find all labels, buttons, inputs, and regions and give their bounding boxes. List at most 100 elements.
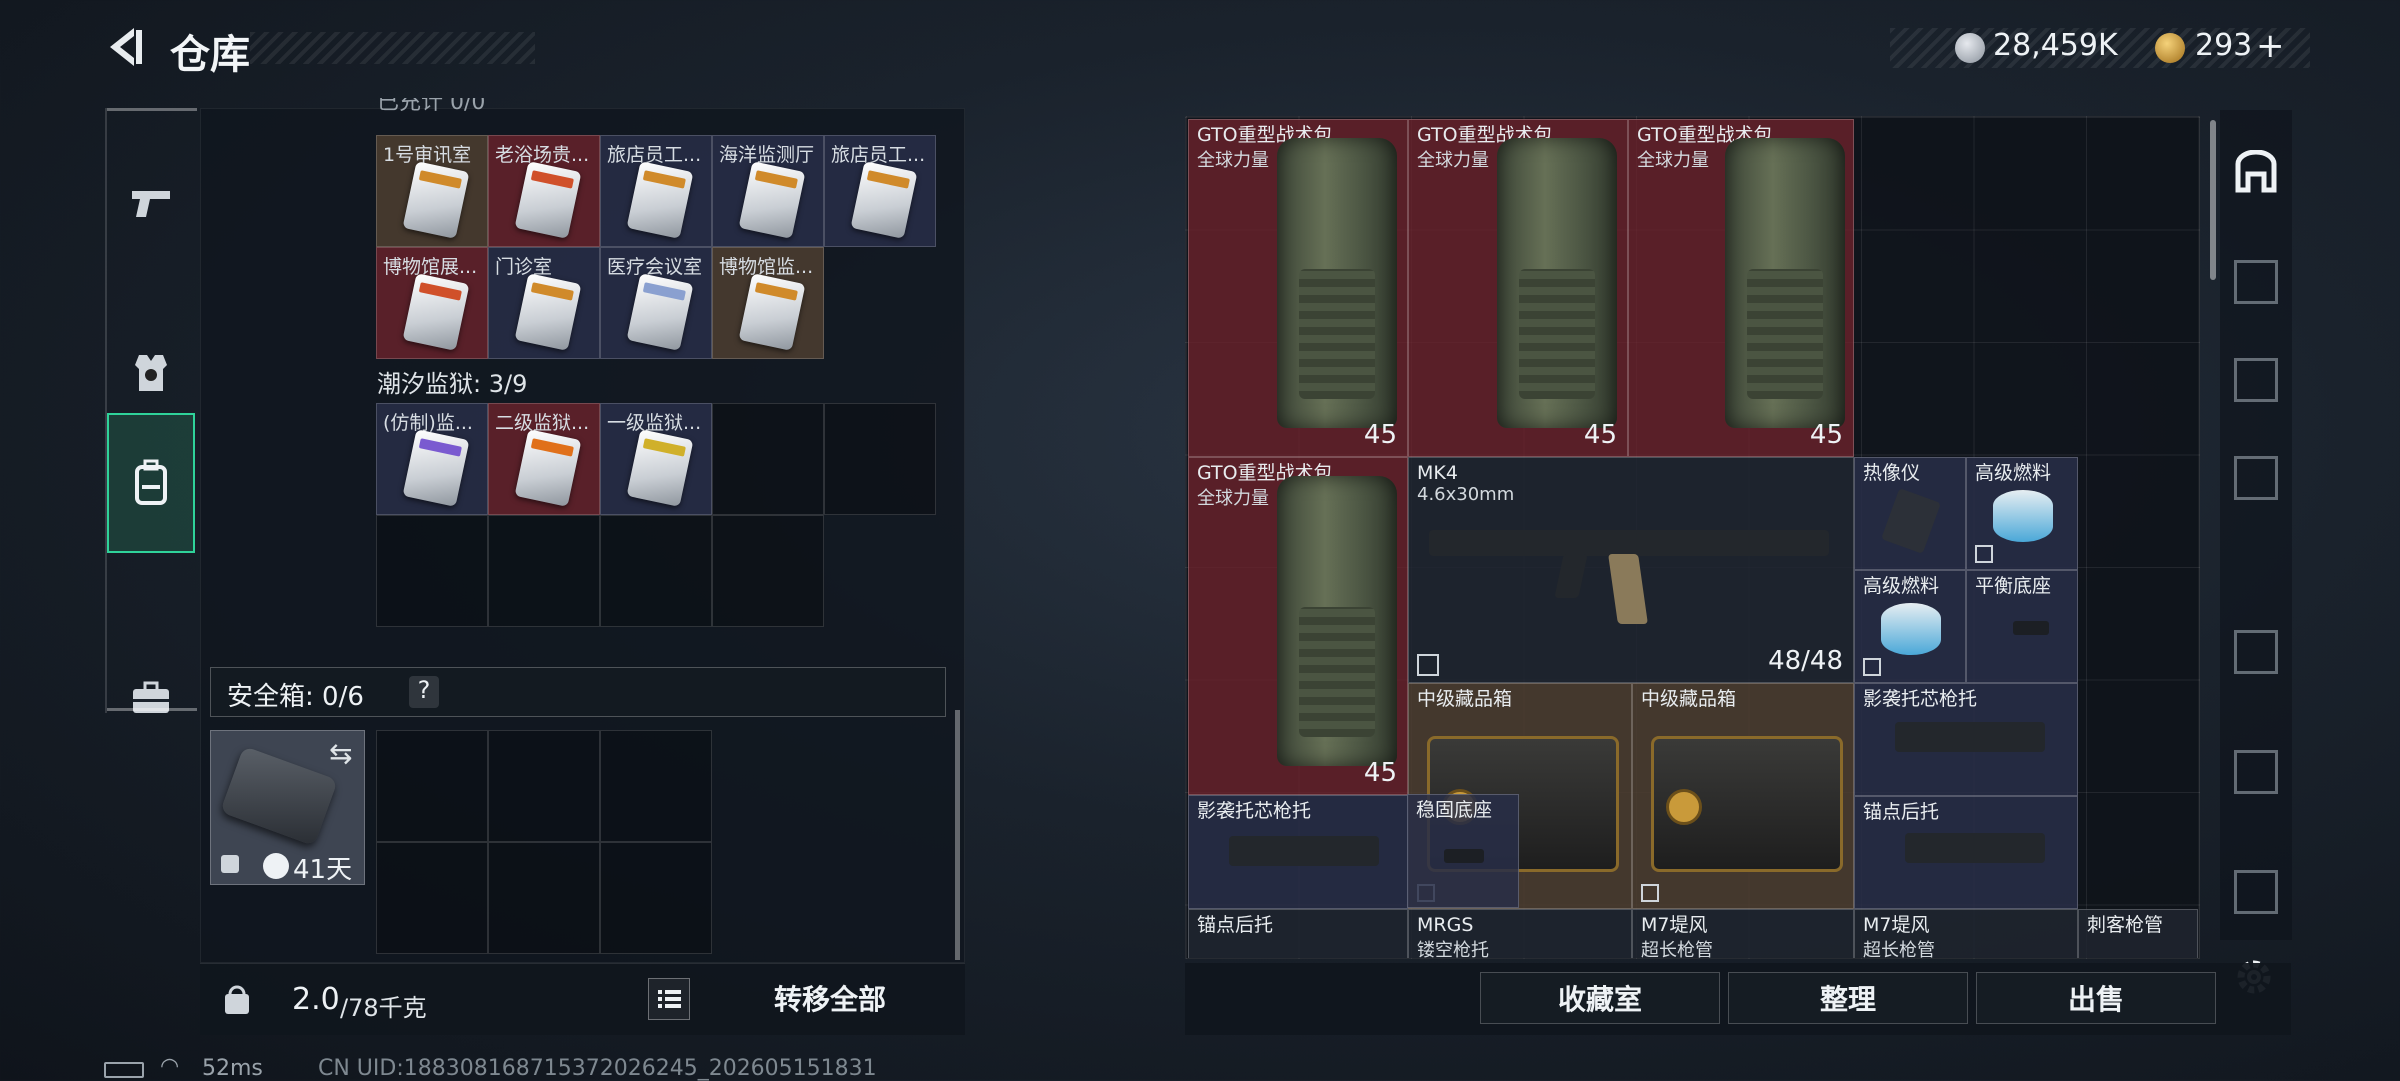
right-tab-rail [2220,110,2292,940]
stash-item-anchor-stock[interactable]: 锚点后托 [1188,909,1408,958]
tab-slot-4[interactable] [2234,630,2278,674]
stash-item-assassin-barrel[interactable]: 刺客枪管 [2078,909,2198,958]
sort-button[interactable]: 整理 [1728,972,1968,1024]
keycard-item[interactable]: 旅店员工... [600,135,712,247]
empty-slot[interactable] [600,515,712,627]
item-ammo: 48/48 [1768,646,1843,676]
keycard-name: 旅店员工... [831,144,926,166]
panel-scrollbar[interactable] [955,710,960,960]
keycard-name: 1号审讯室 [383,144,472,166]
stash-item-fuel[interactable]: 高级燃料 [1966,457,2078,570]
keycard-item[interactable]: 博物馆展... [376,247,488,359]
battery-icon [104,1062,144,1078]
item-name: 锚点后托 [1197,914,1274,936]
item-name: 中级藏品箱 [1641,688,1737,710]
stash-item-mrgs[interactable]: MRGS 镂空枪托 [1408,909,1632,958]
safebox-item[interactable]: ⇆ 41天 [210,730,365,885]
keycard-icon [402,161,470,239]
item-name: MK4 [1417,462,1458,484]
stash-item-m7[interactable]: M7堤风 超长枪管 [1632,909,1854,958]
back-button[interactable] [100,22,150,72]
keycard-item[interactable]: 老浴场贵... [488,135,600,247]
fuel-can-image [1993,490,2053,542]
stash-item-mk4[interactable]: MK4 4.6x30mm 48/48 [1408,457,1854,683]
empty-slot[interactable] [376,730,488,842]
keycard-name: (仿制)监... [383,412,473,434]
list-icon [658,990,681,1008]
empty-slot[interactable] [488,515,600,627]
tab-weapons[interactable] [107,138,195,268]
stash-item-stock[interactable]: 锚点后托 [1854,796,2078,909]
keycard-item[interactable]: 旅店员工... [824,135,936,247]
item-name: 刺客枪管 [2087,914,2164,936]
no-sell-icon [1641,884,1659,902]
keycard-item[interactable]: 1号审讯室 [376,135,488,247]
keycard-name: 二级监狱... [495,412,590,434]
empty-slot[interactable] [376,515,488,627]
stash-item-stock[interactable]: 影袭托芯枪托 [1188,795,1408,909]
stash-item-fuel[interactable]: 高级燃料 [1854,570,1966,683]
item-name: 影袭托芯枪托 [1197,800,1312,822]
backpack-image [1277,476,1397,766]
add-gold-button[interactable]: + [2256,26,2285,66]
keycard-icon [514,429,582,507]
stash-item-backpack[interactable]: GTO重型战术包 全球力量 45 [1188,457,1408,795]
item-capacity: 45 [1363,758,1397,788]
stash-item-thermal[interactable]: 热像仪 [1854,457,1966,570]
section-title-tidal-prison: 潮汐监狱: 3/9 [377,370,528,398]
keycard-item[interactable]: 一级监狱... [600,403,712,515]
empty-slot[interactable] [600,730,712,842]
swap-icon[interactable]: ⇆ [329,737,352,770]
tab-all[interactable] [2234,149,2278,194]
stash-grid: GTO重型战术包 全球力量 45 GTO重型战术包 全球力量 45 GTO重型战… [1185,116,2200,959]
collection-room-button[interactable]: 收藏室 [1480,972,1720,1024]
tab-backpack[interactable] [107,413,195,553]
empty-slot[interactable] [376,842,488,954]
keycard-item[interactable]: 门诊室 [488,247,600,359]
stock-image [1229,836,1379,866]
rail-start [107,108,197,111]
stash-item-m7[interactable]: M7堤风 超长枪管 [1854,909,2078,958]
item-name: 高级燃料 [1863,575,1940,597]
keycard-row-1: 1号审讯室 老浴场贵... 旅店员工... 海洋监测厅 旅店员工... [376,135,940,248]
empty-slot[interactable] [488,730,600,842]
item-brand: 全球力量 [1637,150,1709,171]
stash-item-backpack[interactable]: GTO重型战术包 全球力量 45 [1408,119,1628,457]
keycard-name: 老浴场贵... [495,144,590,166]
empty-slot[interactable] [600,842,712,954]
keycard-item[interactable]: 二级监狱... [488,403,600,515]
wifi-icon: ◠ [160,1054,180,1079]
empty-slot[interactable] [488,842,600,954]
stash-item-balance-base[interactable]: 平衡底座 [1966,570,2078,683]
keycard-item[interactable]: 医疗会议室 [600,247,712,359]
empty-slot[interactable] [824,403,936,515]
stash-item-stable-base[interactable]: 稳固底座 [1407,794,1519,908]
stash-item-backpack[interactable]: GTO重型战术包 全球力量 45 [1188,119,1408,457]
gold-icon [2155,33,2185,63]
item-name: 影袭托芯枪托 [1863,688,1978,710]
tab-slot-1[interactable] [2234,260,2278,304]
stash-item-stock[interactable]: 影袭托芯枪托 [1854,683,2078,796]
stash-item-backpack[interactable]: GTO重型战术包 全球力量 45 [1628,119,1854,457]
tab-slot-2[interactable] [2234,358,2278,402]
keycard-item[interactable]: 博物馆监... [712,247,824,359]
fuel-can-image [1881,603,1941,655]
stash-scrollbar[interactable] [2210,120,2216,280]
stash-item-mid-box[interactable]: 中级藏品箱 [1632,683,1854,909]
keycard-item[interactable]: 海洋监测厅 [712,135,824,247]
item-name: 热像仪 [1863,462,1921,484]
gold-amount: 293 [2195,28,2253,63]
list-view-button[interactable] [648,978,690,1020]
tab-slot-3[interactable] [2234,456,2278,500]
sell-button[interactable]: 出售 [1976,972,2216,1024]
tab-toolbox[interactable] [107,668,195,728]
empty-slot[interactable] [712,515,824,627]
safebox-help-button[interactable]: ? [409,676,439,708]
keycard-item[interactable]: (仿制)监... [376,403,488,515]
tab-armor[interactable] [107,318,195,428]
safe-vault-icon [2235,149,2277,193]
empty-slot[interactable] [712,403,824,515]
transfer-all-button[interactable]: 转移全部 [710,976,950,1024]
tab-slot-6[interactable] [2234,870,2278,914]
tab-slot-5[interactable] [2234,750,2278,794]
